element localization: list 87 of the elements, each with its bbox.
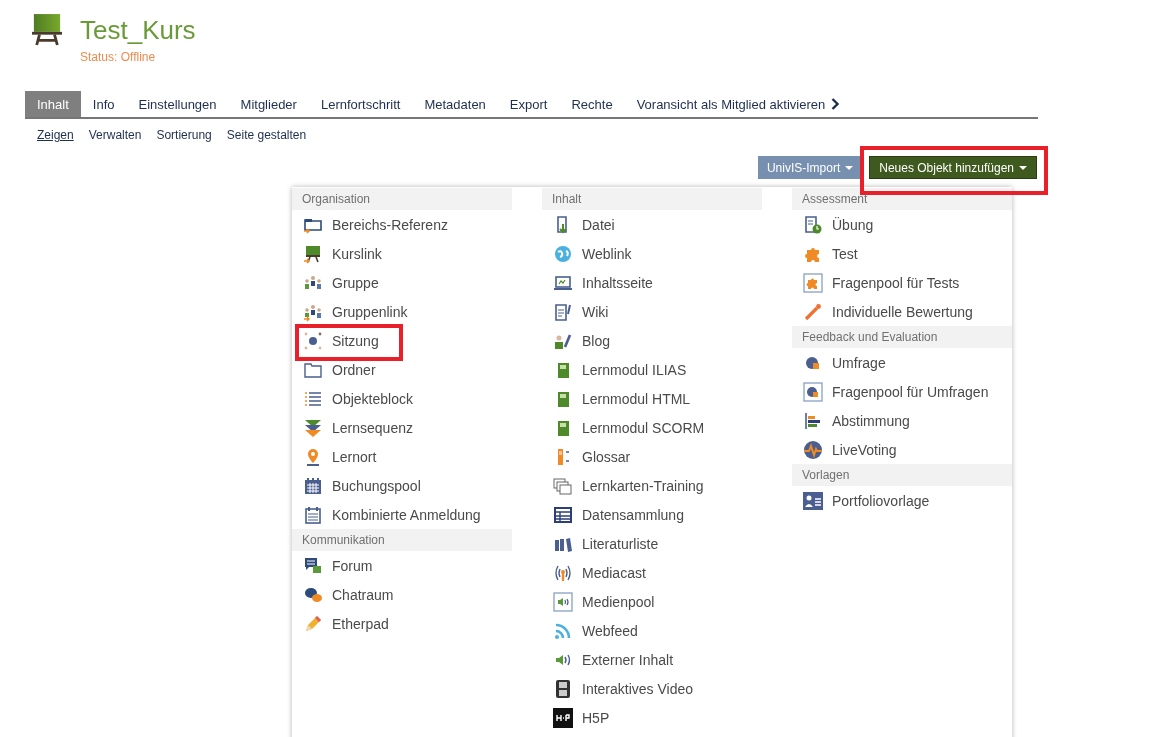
menu-item[interactable]: Lernkarten-Training [542,471,762,500]
calendar-icon [303,475,323,496]
course-status: Status: Offline [80,50,157,64]
menu-item[interactable]: Etherpad [292,609,512,638]
menu-item[interactable]: Inhaltsseite [542,268,762,297]
subtab-link[interactable]: Zeigen [37,128,74,146]
dots-icon [303,330,323,351]
course-title: Test_Kurs [80,14,196,46]
pie-frame-icon [803,381,823,402]
menu-item[interactable]: Fragenpool für Tests [792,268,1012,297]
menu-item[interactable]: LiveVoting [792,435,1012,464]
menu-item[interactable]: Wiki [542,297,762,326]
wand-icon [803,301,823,322]
subtab-link[interactable]: Seite gestalten [226,128,307,146]
group-heading: Organisation [292,188,512,210]
menu-item[interactable]: Bereichs-Referenz [292,210,512,239]
menu-item[interactable]: Lernort [292,442,512,471]
document-pencil-icon [553,301,573,322]
caret-icon [1019,165,1027,170]
menu-item[interactable]: Kurslink [292,239,512,268]
subtab-link[interactable]: Sortierung [156,128,212,146]
menu-item[interactable]: Literaturliste [542,529,762,558]
menu-item[interactable]: Webfeed [542,616,762,645]
caret-icon [845,165,854,170]
stacked-chevrons-icon [303,417,323,438]
menu-item[interactable]: Lernmodul ILIAS [542,355,762,384]
speaker-frame-icon [553,591,573,612]
menu-item[interactable]: Datensammlung [542,500,762,529]
id-card-icon [803,490,823,511]
tab[interactable]: Mitglieder [228,91,309,117]
group-heading: Feedback und Evaluation [792,326,1012,348]
menu-item[interactable]: Lernmodul SCORM [542,413,762,442]
tab[interactable]: Einstellungen [126,91,229,117]
subtab-link[interactable]: Verwalten [88,128,142,146]
menu-item[interactable]: H5P [542,703,762,732]
tab[interactable]: Metadaten [412,91,498,117]
preview-link[interactable]: Voransicht als Mitglied aktivieren [624,91,840,117]
menu-item[interactable]: Lernsequenz [292,413,512,442]
menu-item[interactable]: Test [792,239,1012,268]
chevron-right-icon [831,98,840,110]
menu-item[interactable]: Gruppenlink [292,297,512,326]
menu-item[interactable]: Lernmodul HTML [542,384,762,413]
menu-item[interactable]: Chatraum [292,580,512,609]
menu-item[interactable]: Übung [792,210,1012,239]
menu-item[interactable]: Medienpool [542,587,762,616]
menu-item[interactable]: Glossar [542,442,762,471]
menu-item[interactable]: Kombinierte Anmeldung [292,500,512,529]
easel-board-icon [32,14,62,46]
easel-arrow-icon [303,243,323,264]
pulse-circle-icon [803,439,823,460]
menu-item[interactable]: Objekteblock [292,384,512,413]
menu-item[interactable]: Buchungspool [292,471,512,500]
stacked-cards-icon [553,475,573,496]
pencil-icon [303,613,323,634]
bar-chart-icon [803,410,823,431]
menu-item[interactable]: Mediacast [542,558,762,587]
add-object-button[interactable]: Neues Objekt hinzufügen [869,156,1037,179]
tab[interactable]: Inhalt [25,91,81,117]
tab[interactable]: Export [497,91,560,117]
menu-item[interactable]: Sitzung [292,326,512,355]
globe-icon [553,243,573,264]
menu-item[interactable]: Blog [542,326,762,355]
calendar-list-icon [303,504,323,525]
tab[interactable]: Lernfortschritt [308,91,413,117]
menu-item[interactable]: Abstimmung [792,406,1012,435]
menu-item[interactable]: Individuelle Bewertung [792,297,1012,326]
chat-icon [303,555,323,576]
group-heading: Kommunikation [292,529,512,551]
group-heading: Vorlagen [792,464,1012,486]
logo-icon [553,707,573,728]
menu-item[interactable]: Umfrage [792,348,1012,377]
menu-item[interactable]: Portfoliovorlage [792,486,1012,515]
menu-item[interactable]: Interaktives Video [542,674,762,703]
menu-item[interactable]: Externer Inhalt [542,645,762,674]
menu-item[interactable]: Datei [542,210,762,239]
tab[interactable]: Info [80,91,127,117]
menu-item[interactable]: Weblink [542,239,762,268]
table-icon [553,504,573,525]
group-heading: Inhalt [542,188,762,210]
puzzle-frame-icon [803,272,823,293]
menu-item[interactable]: Fragenpool für Umfragen [792,377,1012,406]
menu-item[interactable]: Ordner [292,355,512,384]
menu-item[interactable]: Forum [292,551,512,580]
film-icon [553,678,573,699]
document-clock-icon [803,214,823,235]
tab[interactable]: Rechte [559,91,625,117]
menu-item[interactable]: Gruppe [292,268,512,297]
